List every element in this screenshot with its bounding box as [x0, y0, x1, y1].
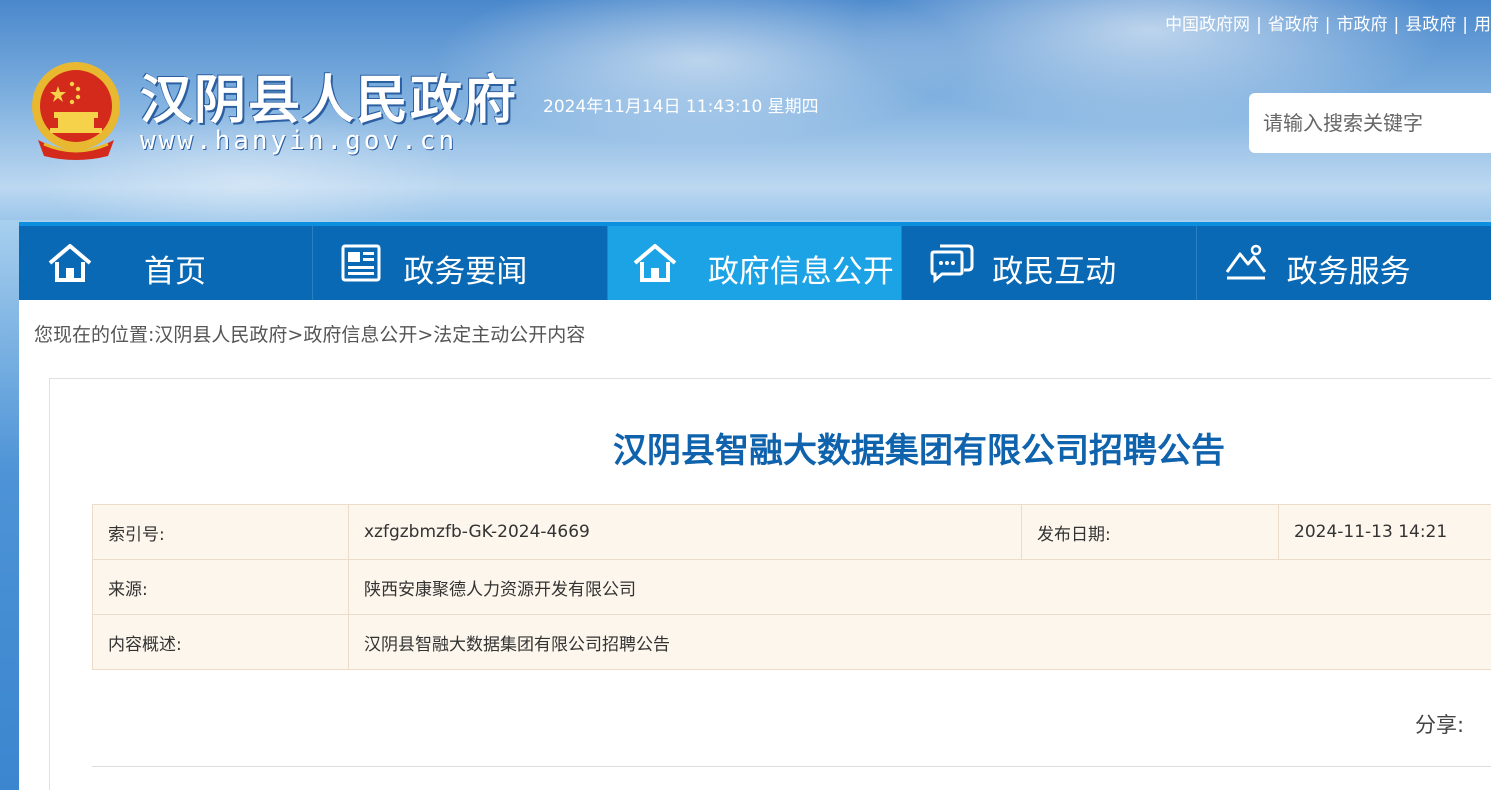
source-label: 来源: — [92, 559, 349, 615]
main-nav: 首页 政务要闻 政府信息公开 政民互动 政务服务 — [19, 222, 1491, 300]
newspaper-icon — [341, 244, 381, 282]
nav-item-gov-info[interactable]: 政府信息公开 — [607, 226, 903, 300]
main-content: 您现在的位置:汉阴县人民政府>政府信息公开>法定主动公开内容 汉阴县智融大数据集… — [19, 300, 1491, 790]
national-emblem-icon — [32, 62, 120, 160]
divider — [92, 766, 1491, 767]
date-label: 发布日期: — [1021, 504, 1279, 560]
current-datetime: 2024年11月14日 11:43:10 星期四 — [543, 97, 819, 117]
share-label: 分享: — [1415, 713, 1465, 737]
article-title: 汉阴县智融大数据集团有限公司招聘公告 — [613, 431, 1225, 471]
site-title: 汉阴县人民政府 — [140, 71, 519, 131]
nav-label: 政民互动 — [992, 254, 1117, 290]
link-city-gov[interactable]: 市政府 — [1337, 15, 1388, 35]
summary-value: 汉阴县智融大数据集团有限公司招聘公告 — [348, 614, 1491, 670]
index-label: 索引号: — [92, 504, 349, 560]
table-row: 来源: 陕西安康聚德人力资源开发有限公司 — [92, 559, 1491, 615]
link-china-gov[interactable]: 中国政府网 — [1165, 15, 1250, 35]
home-icon — [633, 244, 677, 282]
nav-item-home[interactable]: 首页 — [19, 226, 314, 300]
index-value: xzfgzbmzfb-GK-2024-4669 — [348, 504, 1022, 560]
chat-icon — [930, 244, 974, 284]
search-input[interactable] — [1249, 93, 1491, 153]
mountain-icon — [1225, 244, 1266, 280]
summary-label: 内容概述: — [92, 614, 349, 670]
nav-label: 政务要闻 — [403, 254, 528, 290]
table-row: 索引号: xzfgzbmzfb-GK-2024-4669 发布日期: 2024-… — [92, 504, 1491, 560]
nav-item-news[interactable]: 政务要闻 — [313, 226, 608, 300]
nav-label: 政务服务 — [1286, 254, 1411, 290]
breadcrumb: 您现在的位置:汉阴县人民政府>政府信息公开>法定主动公开内容 — [34, 324, 586, 346]
date-value: 2024-11-13 14:21 — [1278, 504, 1491, 560]
home-icon — [48, 244, 92, 282]
site-url: www.hanyin.gov.cn — [140, 126, 458, 156]
table-row: 内容概述: 汉阴县智融大数据集团有限公司招聘公告 — [92, 614, 1491, 670]
source-value: 陕西安康聚德人力资源开发有限公司 — [348, 559, 1491, 615]
nav-item-interaction[interactable]: 政民互动 — [902, 226, 1197, 300]
article-meta-table: 索引号: xzfgzbmzfb-GK-2024-4669 发布日期: 2024-… — [92, 504, 1491, 670]
nav-label: 政府信息公开 — [707, 254, 894, 290]
link-province-gov[interactable]: 省政府 — [1268, 15, 1319, 35]
link-county-gov[interactable]: 县政府 — [1405, 15, 1456, 35]
link-more[interactable]: 用 — [1474, 15, 1491, 35]
article-card: 汉阴县智融大数据集团有限公司招聘公告 索引号: xzfgzbmzfb-GK-20… — [49, 378, 1491, 790]
top-links: 中国政府网 | 省政府 | 市政府 | 县政府 | 用 — [1165, 15, 1491, 35]
nav-item-services[interactable]: 政务服务 — [1197, 226, 1491, 300]
header-banner: 中国政府网 | 省政府 | 市政府 | 县政府 | 用 汉阴县人民政府 www.hanyin.g… — [0, 0, 1491, 220]
nav-label: 首页 — [144, 254, 206, 290]
